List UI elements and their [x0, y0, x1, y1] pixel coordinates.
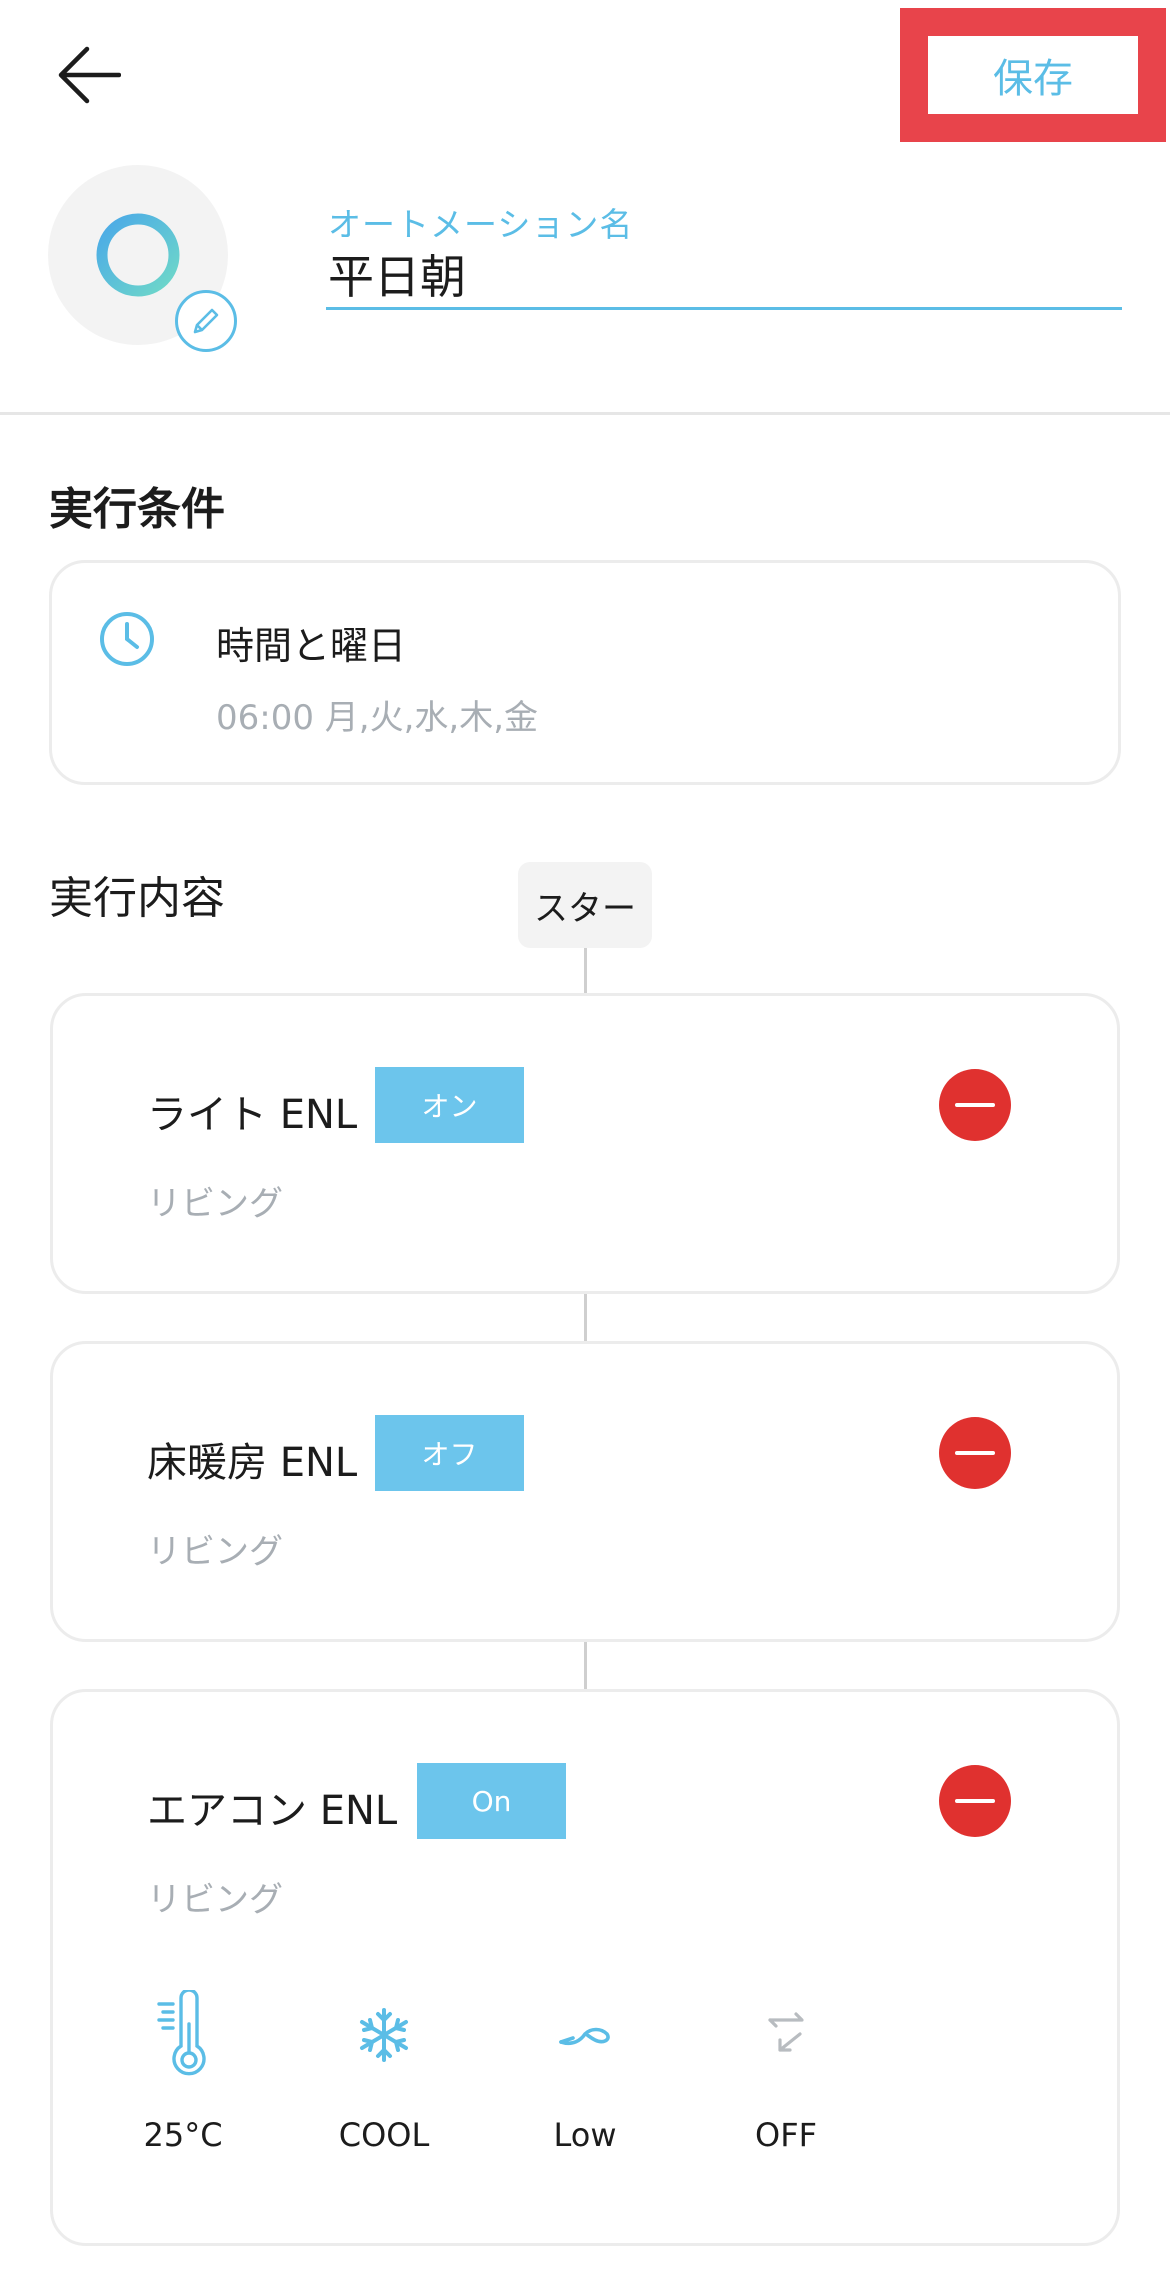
automation-name-input[interactable]: [326, 240, 1122, 310]
room-label: リビング: [147, 1184, 283, 1224]
fan-speed-icon: [559, 2027, 610, 2046]
temperature-label: 25°C: [143, 2116, 223, 2154]
condition-subtitle: 06:00 月,火,水,木,金: [216, 698, 539, 738]
ring-icon: [96, 213, 180, 297]
fan-speed-label: Low: [553, 2116, 617, 2154]
arrow-left-icon: [58, 46, 121, 104]
save-button[interactable]: 保存: [928, 36, 1138, 114]
remove-button[interactable]: [939, 1069, 1011, 1141]
connector-line: [584, 1294, 587, 1342]
start-node: スター: [518, 862, 652, 948]
device-name: 床暖房 ENL: [147, 1440, 358, 1486]
temperature-setting[interactable]: 25°C: [113, 1988, 253, 2154]
minus-icon: [955, 1103, 995, 1107]
snowflake-icon: [360, 2008, 408, 2062]
connector-line: [584, 948, 587, 994]
clock-icon: [96, 608, 158, 674]
automation-name-label: オートメーション名: [328, 205, 634, 244]
remove-button[interactable]: [939, 1417, 1011, 1489]
action-card-light[interactable]: [50, 993, 1120, 1294]
condition-card[interactable]: [49, 560, 1121, 785]
thermometer-icon: [157, 1988, 206, 2076]
condition-title: 時間と曜日: [216, 624, 407, 668]
swing-setting[interactable]: OFF: [716, 1990, 856, 2154]
pencil-icon: [193, 308, 219, 334]
edit-icon-button[interactable]: [175, 290, 237, 352]
mode-label: COOL: [338, 2116, 430, 2154]
swing-icon: [768, 2012, 804, 2052]
minus-icon: [955, 1799, 995, 1803]
device-name: ライト ENL: [147, 1092, 358, 1138]
back-button[interactable]: [44, 30, 134, 120]
room-label: リビング: [147, 1532, 283, 1572]
header-divider: [0, 412, 1170, 415]
remove-button[interactable]: [939, 1765, 1011, 1837]
actions-title: 実行内容: [49, 873, 225, 924]
mode-setting[interactable]: COOL: [314, 1990, 454, 2154]
fan-speed-setting[interactable]: Low: [515, 1990, 655, 2154]
connector-line: [584, 1642, 587, 1690]
action-card-floor-heating[interactable]: [50, 1341, 1120, 1642]
minus-icon: [955, 1451, 995, 1455]
room-label: リビング: [147, 1880, 283, 1920]
state-badge: オフ: [375, 1415, 524, 1491]
state-badge: オン: [375, 1067, 524, 1143]
swing-label: OFF: [755, 2116, 817, 2154]
device-name: エアコン ENL: [147, 1788, 398, 1834]
conditions-title: 実行条件: [49, 484, 225, 535]
state-badge: On: [417, 1763, 566, 1839]
